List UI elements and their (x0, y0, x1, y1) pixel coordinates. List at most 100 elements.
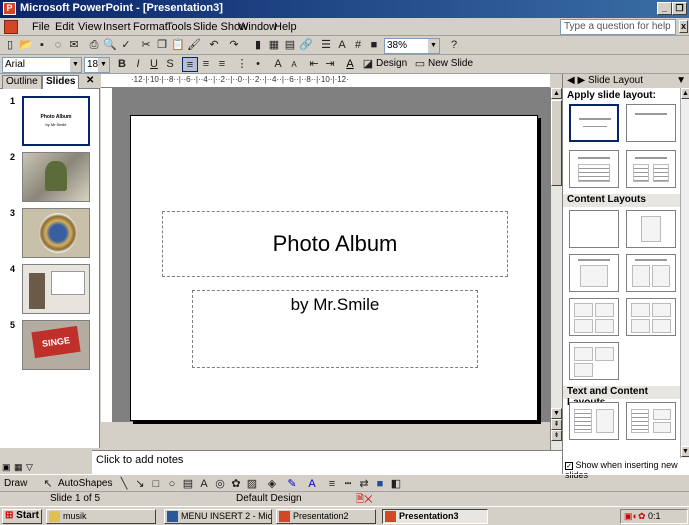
align-center-icon[interactable]: ≡ (198, 57, 214, 72)
next-slide-icon[interactable]: ⇟ (551, 430, 562, 441)
line-color-icon[interactable]: ✎ (284, 477, 300, 492)
taskbar-item-musik[interactable]: musik (46, 509, 156, 524)
minimize-button[interactable]: _ (657, 2, 672, 15)
slide-thumbnail-5[interactable]: SINGE (22, 320, 90, 370)
layout-title-slide[interactable] (569, 104, 619, 142)
close-document-button[interactable]: x (679, 20, 688, 33)
slide-thumbnail-4[interactable] (22, 264, 90, 314)
arrow-style-icon[interactable]: ⇄ (356, 477, 372, 492)
shadow-style-icon[interactable]: ■ (372, 477, 388, 492)
menu-format[interactable]: Format (133, 21, 168, 33)
color-grayscale-icon[interactable]: ■ (366, 38, 382, 53)
task-pane-scrollbar[interactable]: ▲ ▼ (680, 88, 689, 458)
taskbar-item-presentation3[interactable]: Presentation3 (382, 509, 488, 524)
copy-icon[interactable]: ❐ (154, 38, 170, 53)
expand-all-icon[interactable]: ☰ (318, 38, 334, 53)
previous-slide-icon[interactable]: ⇞ (551, 419, 562, 430)
increase-font-icon[interactable]: A (270, 57, 286, 72)
paste-icon[interactable]: 📋 (170, 38, 186, 53)
slideshow-view-icon[interactable]: ▽ (26, 462, 33, 473)
shadow-icon[interactable]: S (162, 57, 178, 72)
insert-chart-icon[interactable]: ▮ (250, 38, 266, 53)
close-pane-icon[interactable]: ✕ (86, 75, 94, 86)
align-right-icon[interactable]: ≡ (214, 57, 230, 72)
tab-outline[interactable]: Outline (2, 75, 42, 89)
slide-thumbnail-2[interactable] (22, 152, 90, 202)
layout-title-only[interactable] (626, 104, 676, 142)
scroll-up-icon[interactable]: ▲ (681, 88, 689, 99)
design-button[interactable]: Design (376, 58, 407, 69)
diagram-icon[interactable]: ◎ (212, 477, 228, 492)
spelling-icon[interactable]: ✓ (118, 38, 134, 53)
bold-icon[interactable]: B (114, 57, 130, 72)
print-icon[interactable]: ⎙ (86, 38, 102, 53)
layout-blank[interactable] (569, 210, 619, 248)
format-painter-icon[interactable]: 🖌 (186, 38, 202, 53)
new-icon[interactable]: ▯ (2, 38, 18, 53)
scroll-down-icon[interactable]: ▼ (551, 408, 562, 419)
show-when-inserting-checkbox[interactable]: ✓ (565, 462, 573, 470)
menu-insert[interactable]: Insert (103, 21, 131, 33)
zoom-select[interactable]: 38% ▼ (384, 38, 440, 54)
oval-icon[interactable]: ○ (164, 477, 180, 492)
back-icon[interactable]: ◀ (567, 75, 575, 86)
layout-title-text[interactable] (569, 150, 619, 188)
slide-canvas[interactable]: Photo Album by Mr.Smile (130, 115, 538, 421)
layout-content[interactable] (626, 210, 676, 248)
font-color-draw-icon[interactable]: A (304, 477, 320, 492)
tab-slides[interactable]: Slides (42, 75, 80, 89)
redo-icon[interactable]: ↷ (226, 38, 242, 53)
slide-thumbnail-1[interactable]: Photo Album by Mr.Smile (22, 96, 90, 146)
subtitle-placeholder[interactable]: by Mr.Smile (192, 290, 478, 368)
permission-icon[interactable]: ◌ (50, 38, 66, 53)
menu-window[interactable]: Window (238, 21, 277, 33)
layout-two-column-text[interactable] (626, 150, 676, 188)
decrease-indent-icon[interactable]: ⇤ (306, 57, 322, 72)
menu-help[interactable]: Help (274, 21, 297, 33)
sorter-view-icon[interactable]: ▦ (14, 462, 23, 473)
notes-pane[interactable]: Click to add notes (92, 450, 562, 474)
hyperlink-icon[interactable]: 🔗 (298, 38, 314, 53)
line-style-icon[interactable]: ≡ (324, 477, 340, 492)
picture-icon[interactable]: ▨ (244, 477, 260, 492)
numbering-icon[interactable]: ⋮ (234, 57, 250, 72)
decrease-font-icon[interactable]: A (286, 57, 302, 72)
layout-content-stack[interactable] (569, 342, 619, 380)
draw-menu[interactable]: Draw (4, 478, 27, 489)
layout-title-text-content[interactable] (569, 402, 619, 440)
dash-style-icon[interactable]: ┅ (340, 477, 356, 492)
task-pane-menu-icon[interactable]: ▼ (676, 75, 686, 86)
print-preview-icon[interactable]: 🔍 (102, 38, 118, 53)
layout-title-content-2[interactable] (569, 298, 619, 336)
tables-borders-icon[interactable]: ▤ (282, 38, 298, 53)
arrow-icon[interactable]: ↘ (132, 477, 148, 492)
textbox-icon[interactable]: ▤ (180, 477, 196, 492)
scroll-thumb[interactable] (551, 100, 562, 186)
autoshapes-menu[interactable]: AutoShapes (58, 478, 113, 489)
restore-button[interactable]: ❐ (672, 2, 687, 15)
slide-vertical-scrollbar[interactable]: ▲ ▼ ⇞ ⇟ (550, 88, 562, 450)
font-select[interactable]: Arial ▼ (2, 57, 82, 73)
email-icon[interactable]: ✉ (66, 38, 82, 53)
layout-four-content[interactable] (626, 298, 676, 336)
font-color-icon[interactable]: A (342, 57, 358, 72)
tray-icons[interactable]: ▣◐✿ (624, 511, 645, 521)
menu-file[interactable]: File (32, 21, 50, 33)
select-objects-icon[interactable]: ↖ (40, 477, 56, 492)
undo-icon[interactable]: ↶ (206, 38, 222, 53)
cut-icon[interactable]: ✂ (138, 38, 154, 53)
scroll-up-icon[interactable]: ▲ (551, 88, 562, 99)
taskbar-item-word[interactable]: MENU INSERT 2 - Micros... (164, 509, 272, 524)
design-icon[interactable]: ◪ (360, 57, 376, 72)
slide-thumbnail-3[interactable] (22, 208, 90, 258)
document-icon[interactable] (4, 20, 18, 34)
show-grid-icon[interactable]: # (350, 38, 366, 53)
layout-title-text-two-content[interactable] (626, 402, 676, 440)
open-icon[interactable]: 📂 (18, 38, 34, 53)
horizontal-ruler[interactable]: ·12·|·10·|··8··|··6··|··4··|··2··|··0··|… (101, 74, 550, 88)
layout-title-two-content[interactable] (626, 254, 676, 292)
insert-table-icon[interactable]: ▦ (266, 38, 282, 53)
clipart-icon[interactable]: ✿ (228, 477, 244, 492)
powerpoint-app-icon[interactable]: P (3, 2, 16, 15)
underline-icon[interactable]: U (146, 57, 162, 72)
